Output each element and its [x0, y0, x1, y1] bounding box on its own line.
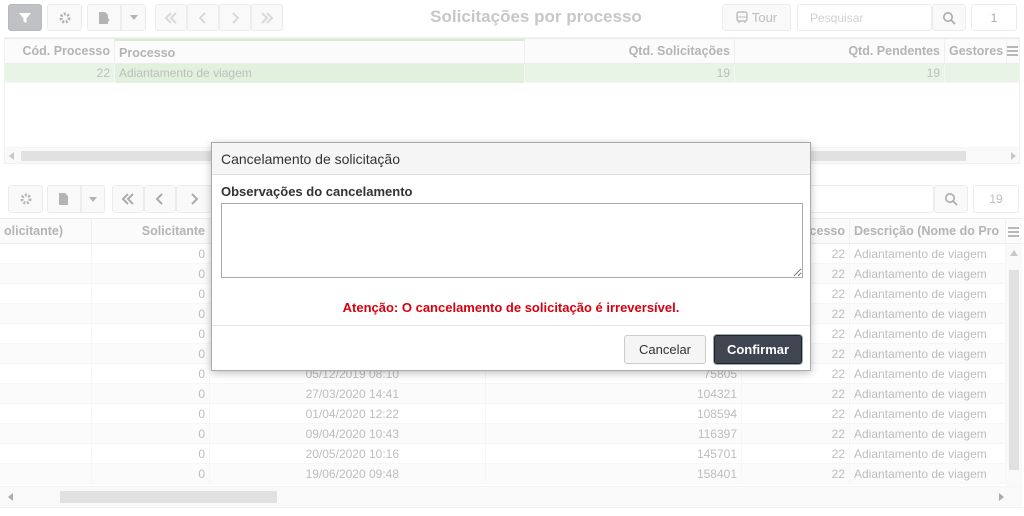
- cancel-button[interactable]: Cancelar: [624, 335, 706, 364]
- dialog-footer: Cancelar Confirmar: [212, 325, 810, 371]
- observations-label: Observações do cancelamento: [221, 184, 413, 199]
- cancel-request-dialog: Cancelamento de solicitação Observações …: [211, 142, 811, 371]
- confirm-button[interactable]: Confirmar: [714, 335, 802, 364]
- dialog-title: Cancelamento de solicitação: [212, 143, 810, 175]
- irreversible-warning: Atenção: O cancelamento de solicitação é…: [342, 300, 680, 315]
- observations-textarea[interactable]: [221, 203, 803, 278]
